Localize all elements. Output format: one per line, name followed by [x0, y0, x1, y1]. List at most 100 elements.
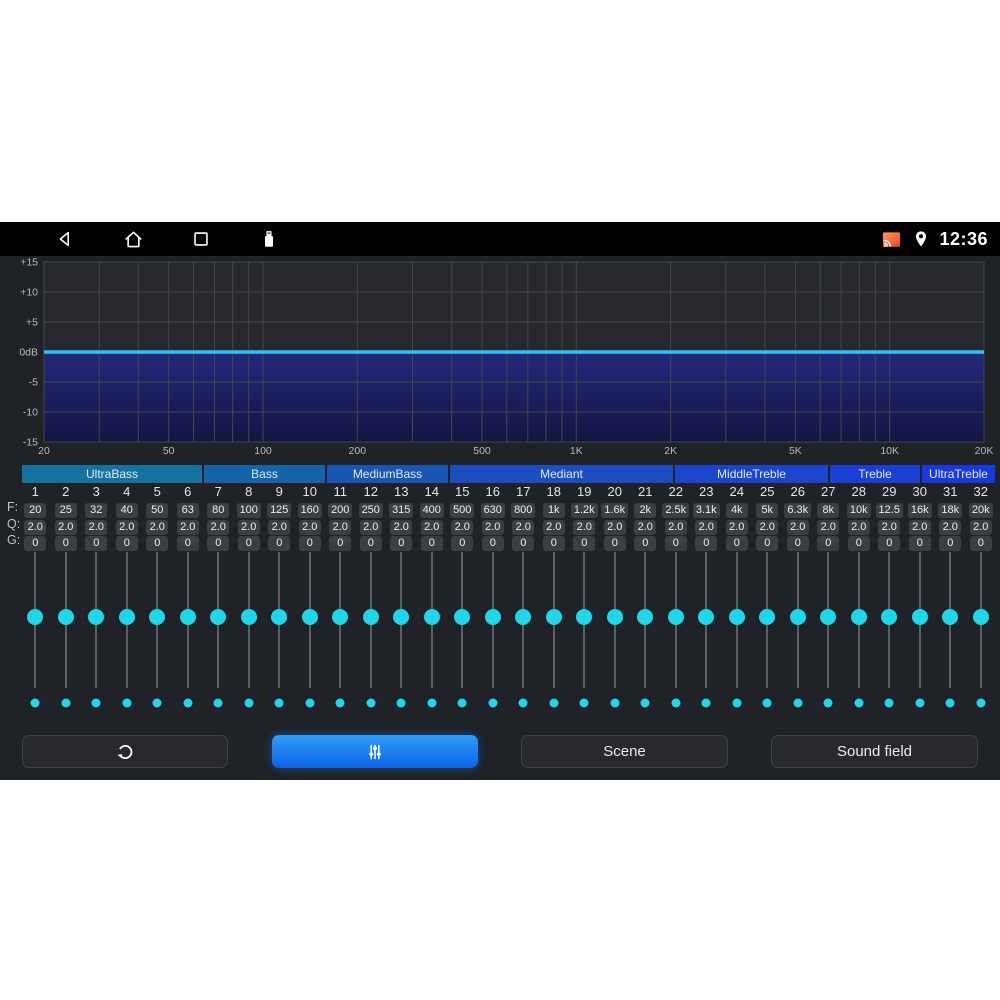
frequency-value-chip[interactable]: 800 [511, 503, 536, 518]
frequency-value-chip[interactable]: 4k [725, 503, 748, 518]
gain-value-chip[interactable]: 0 [725, 536, 748, 551]
frequency-value-chip[interactable]: 8k [817, 503, 840, 518]
gain-value-chip[interactable]: 0 [390, 536, 413, 551]
gain-value-chip[interactable]: 0 [664, 536, 687, 551]
eq-slider-knob[interactable] [515, 609, 532, 625]
gain-value-chip[interactable]: 0 [237, 536, 260, 551]
frequency-value-chip[interactable]: 1.6k [601, 503, 629, 518]
scene-button[interactable]: Scene [521, 735, 728, 768]
frequency-value-chip[interactable]: 6.3k [784, 503, 812, 518]
eq-slider-knob[interactable] [637, 609, 654, 625]
frequency-value-chip[interactable]: 100 [236, 503, 261, 518]
gain-value-chip[interactable]: 0 [786, 536, 809, 551]
gain-value-chip[interactable]: 0 [268, 536, 291, 551]
gain-value-chip[interactable]: 0 [603, 536, 626, 551]
gain-value-chip[interactable]: 0 [54, 536, 77, 551]
gain-value-chip[interactable]: 0 [908, 536, 931, 551]
eq-slider-knob[interactable] [423, 609, 440, 625]
home-icon[interactable] [121, 227, 145, 251]
frequency-value-chip[interactable]: 50 [146, 503, 169, 518]
gain-value-chip[interactable]: 0 [85, 536, 108, 551]
frequency-value-chip[interactable]: 3.1k [692, 503, 720, 518]
gain-value-chip[interactable]: 0 [298, 536, 321, 551]
frequency-value-chip[interactable]: 18k [938, 503, 963, 518]
gain-value-chip[interactable]: 0 [542, 536, 565, 551]
eq-slider-knob[interactable] [606, 609, 623, 625]
sound-field-button[interactable]: Sound field [771, 735, 978, 768]
eq-slider-knob[interactable] [820, 609, 837, 625]
frequency-value-chip[interactable]: 1k [542, 503, 565, 518]
frequency-value-chip[interactable]: 1.2k [570, 503, 598, 518]
eq-slider-knob[interactable] [149, 609, 166, 625]
frequency-value-chip[interactable]: 32 [85, 503, 108, 518]
gain-value-chip[interactable]: 0 [451, 536, 474, 551]
frequency-value-chip[interactable]: 10k [846, 503, 871, 518]
gain-value-chip[interactable]: 0 [24, 536, 47, 551]
gain-value-chip[interactable]: 0 [329, 536, 352, 551]
gain-value-chip[interactable]: 0 [146, 536, 169, 551]
eq-slider-knob[interactable] [881, 609, 898, 625]
eq-slider-knob[interactable] [911, 609, 928, 625]
eq-slider-knob[interactable] [271, 609, 288, 625]
gain-value-chip[interactable]: 0 [176, 536, 199, 551]
gain-value-chip[interactable]: 0 [420, 536, 443, 551]
gain-value-chip[interactable]: 0 [969, 536, 992, 551]
eq-slider-knob[interactable] [179, 609, 196, 625]
gain-value-chip[interactable]: 0 [756, 536, 779, 551]
eq-slider-knob[interactable] [545, 609, 562, 625]
gain-value-chip[interactable]: 0 [512, 536, 535, 551]
eq-slider-knob[interactable] [57, 609, 74, 625]
gain-value-chip[interactable]: 0 [115, 536, 138, 551]
frequency-value-chip[interactable]: 630 [480, 503, 505, 518]
frequency-value-chip[interactable]: 2.5k [662, 503, 690, 518]
frequency-value-chip[interactable]: 63 [176, 503, 199, 518]
gain-value-chip[interactable]: 0 [359, 536, 382, 551]
eq-slider-knob[interactable] [240, 609, 257, 625]
eq-slider-knob[interactable] [850, 609, 867, 625]
frequency-value-chip[interactable]: 20 [24, 503, 47, 518]
eq-slider-knob[interactable] [210, 609, 227, 625]
gain-value-chip[interactable]: 0 [878, 536, 901, 551]
eq-slider-knob[interactable] [454, 609, 471, 625]
frequency-value-chip[interactable]: 5k [756, 503, 779, 518]
recents-icon[interactable] [189, 227, 213, 251]
eq-slider-knob[interactable] [667, 609, 684, 625]
equalizer-tab-button[interactable] [272, 735, 478, 768]
eq-slider-knob[interactable] [362, 609, 379, 625]
frequency-value-chip[interactable]: 20k [968, 503, 993, 518]
back-icon[interactable] [53, 227, 77, 251]
frequency-value-chip[interactable]: 125 [267, 503, 292, 518]
gain-value-chip[interactable]: 0 [695, 536, 718, 551]
eq-slider-knob[interactable] [27, 609, 44, 625]
eq-slider-knob[interactable] [759, 609, 776, 625]
gain-value-chip[interactable]: 0 [481, 536, 504, 551]
frequency-value-chip[interactable]: 2k [634, 503, 657, 518]
gain-value-chip[interactable]: 0 [207, 536, 230, 551]
eq-slider-knob[interactable] [698, 609, 715, 625]
eq-slider-knob[interactable] [942, 609, 959, 625]
eq-slider-knob[interactable] [972, 609, 989, 625]
frequency-value-chip[interactable]: 16k [907, 503, 932, 518]
frequency-value-chip[interactable]: 315 [389, 503, 414, 518]
gain-value-chip[interactable]: 0 [847, 536, 870, 551]
eq-slider-knob[interactable] [301, 609, 318, 625]
frequency-value-chip[interactable]: 200 [328, 503, 353, 518]
eq-slider-knob[interactable] [576, 609, 593, 625]
eq-slider-knob[interactable] [789, 609, 806, 625]
gain-value-chip[interactable]: 0 [573, 536, 596, 551]
frequency-value-chip[interactable]: 250 [358, 503, 383, 518]
eq-slider-knob[interactable] [728, 609, 745, 625]
gain-value-chip[interactable]: 0 [939, 536, 962, 551]
frequency-value-chip[interactable]: 40 [115, 503, 138, 518]
frequency-value-chip[interactable]: 25 [54, 503, 77, 518]
frequency-value-chip[interactable]: 500 [450, 503, 475, 518]
eq-slider-knob[interactable] [88, 609, 105, 625]
eq-slider-knob[interactable] [332, 609, 349, 625]
frequency-value-chip[interactable]: 80 [207, 503, 230, 518]
gain-value-chip[interactable]: 0 [634, 536, 657, 551]
eq-slider-knob[interactable] [484, 609, 501, 625]
frequency-value-chip[interactable]: 12.5 [875, 503, 903, 518]
frequency-value-chip[interactable]: 400 [419, 503, 444, 518]
gain-value-chip[interactable]: 0 [817, 536, 840, 551]
frequency-value-chip[interactable]: 160 [297, 503, 322, 518]
